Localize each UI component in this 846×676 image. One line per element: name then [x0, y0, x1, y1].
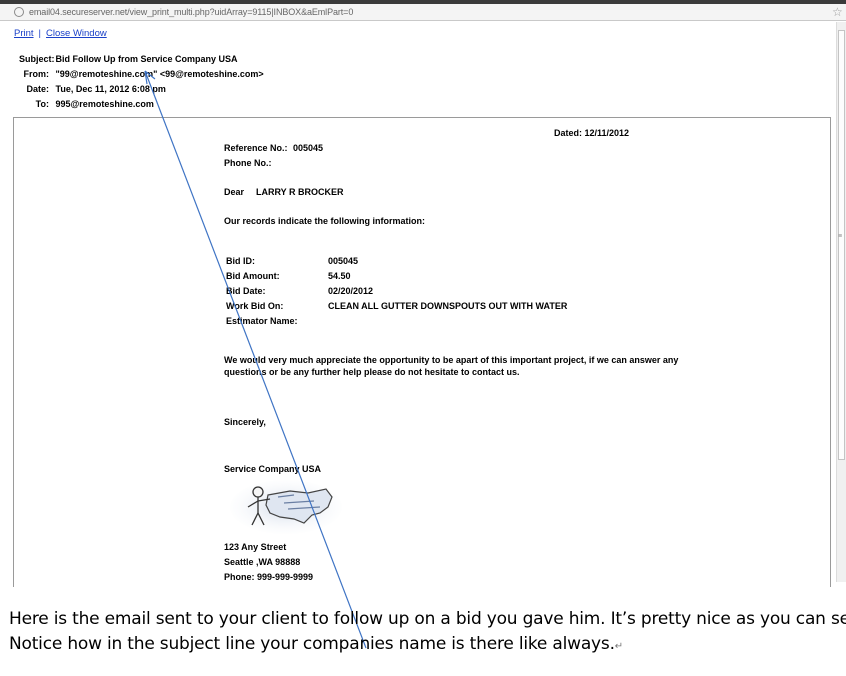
caption-line-1: Here is the email sent to your client to… — [9, 609, 846, 629]
caption: Here is the email sent to your client to… — [9, 607, 846, 659]
paragraph-mark-icon: ↵ — [614, 641, 623, 652]
caption-line-2-wrap: Notice how in the subject line your comp… — [9, 632, 846, 659]
annotation-arrow — [144, 70, 367, 649]
caption-line-2: Notice how in the subject line your comp… — [9, 634, 615, 654]
